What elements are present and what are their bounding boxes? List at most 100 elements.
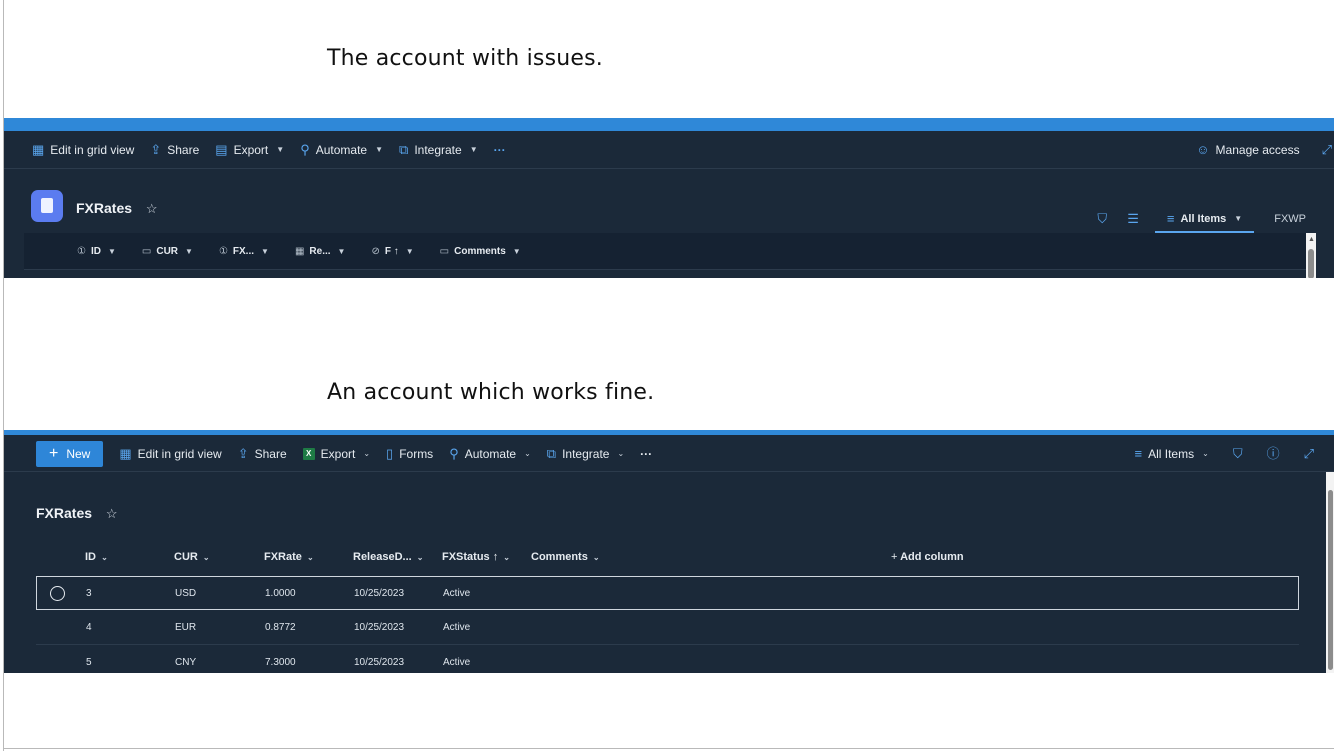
column-id-label: ID <box>90 246 101 257</box>
list-title-text: FXRates <box>36 505 93 521</box>
add-column-label: Add column <box>900 551 964 563</box>
more-button[interactable]: ··· <box>640 447 652 461</box>
column-cur-label: CUR <box>156 246 179 257</box>
view-lines-icon: ≡ <box>1134 446 1143 461</box>
share-button[interactable]: ⇪ Share <box>238 447 287 461</box>
suite-bar <box>4 118 1334 131</box>
add-column-button[interactable]: + Add column <box>891 551 964 563</box>
row-select-radio[interactable] <box>50 586 65 601</box>
chevron-down-icon: ⌄ <box>306 553 314 562</box>
automate-button[interactable]: ⚲ Automate ⌄ <box>449 447 531 461</box>
edit-grid-label: Edit in grid view <box>137 446 222 461</box>
all-items-view-button[interactable]: ≡ All Items ⌄ <box>1135 447 1209 461</box>
chevron-down-icon: ▼ <box>261 247 269 256</box>
grid-icon: ▦ <box>32 142 45 157</box>
scrollbar-thumb[interactable] <box>1328 490 1333 670</box>
column-header-comments[interactable]: Comments ⌄ <box>531 551 600 563</box>
fxwp-view-tab[interactable]: FXWP <box>1274 213 1306 225</box>
chevron-down-icon: ⌄ <box>524 449 531 458</box>
star-icon[interactable]: ☆ <box>146 201 158 216</box>
manage-access-button[interactable]: Manage access <box>1216 143 1300 157</box>
list-logo-icon <box>31 190 63 222</box>
edit-grid-button[interactable]: ▦ Edit in grid view <box>119 447 221 461</box>
column-header-id[interactable]: ID ⌄ <box>85 551 108 563</box>
list-title: FXRates ☆ <box>76 200 158 217</box>
chevron-down-icon: ⌄ <box>1202 449 1209 458</box>
table-row[interactable]: 3 USD 1.0000 10/25/2023 Active <box>36 576 1299 610</box>
forms-icon: ▯ <box>386 446 394 461</box>
cell-fxrate: 0.8772 <box>265 622 296 633</box>
slide-bottom-border <box>3 748 1334 749</box>
vertical-scrollbar[interactable] <box>1326 472 1334 673</box>
share-button[interactable]: ⇪ Share <box>150 143 199 157</box>
integrate-button[interactable]: ⧉ Integrate ⌄ <box>547 447 624 461</box>
table-row[interactable]: 5 CNY 7.3000 10/25/2023 Active <box>36 646 1299 673</box>
edit-grid-button[interactable]: ▦ Edit in grid view <box>32 143 134 157</box>
filter-icon[interactable]: ⛉ <box>1097 212 1107 225</box>
column-header-fxrate[interactable]: FXRate ⌄ <box>264 551 314 563</box>
scroll-up-icon[interactable]: ▲ <box>1308 236 1315 243</box>
cell-cur: CNY <box>175 657 197 668</box>
column-header-comments[interactable]: ▭ Comments ▼ <box>440 246 521 257</box>
more-button[interactable]: ··· <box>494 143 506 157</box>
column-comments-label: Comments <box>531 551 588 563</box>
plus-icon: + <box>49 444 59 462</box>
chevron-down-icon: ▼ <box>375 145 384 154</box>
cell-id: 4 <box>86 622 92 633</box>
scrollbar-thumb[interactable] <box>1308 249 1314 278</box>
edit-grid-label: Edit in grid view <box>50 142 135 157</box>
chevron-down-icon: ▼ <box>405 247 414 256</box>
column-header-fxstatus[interactable]: FXStatus ↑ ⌄ <box>442 551 510 563</box>
chevron-down-icon: ▼ <box>1234 214 1243 223</box>
integrate-icon: ⧉ <box>399 142 409 157</box>
column-comments-label: Comments <box>454 246 506 257</box>
chevron-down-icon: ▼ <box>107 247 116 256</box>
chevron-down-icon: ⌄ <box>101 553 108 562</box>
share-label: Share <box>167 142 200 157</box>
chevron-down-icon: ▼ <box>185 247 193 256</box>
right-commands: ≡ All Items ⌄ ⛉ ⓘ ⤢ <box>1135 435 1315 472</box>
calendar-icon: ▦ <box>294 246 305 257</box>
expand-icon[interactable]: ⤢ <box>1304 447 1314 460</box>
forms-button[interactable]: ▯ Forms <box>386 447 433 461</box>
chevron-down-icon: ▼ <box>337 247 346 256</box>
vertical-scrollbar[interactable]: ▲ <box>1306 233 1316 278</box>
column-header-fx[interactable]: ① FX... ▼ <box>219 246 269 257</box>
chevron-down-icon: ⌄ <box>503 553 510 562</box>
all-items-view-tab[interactable]: ≡ All Items ▼ <box>1154 212 1255 233</box>
export-button[interactable]: X Export ⌄ <box>302 447 370 461</box>
automate-button[interactable]: ⚲ Automate ▼ <box>300 143 383 157</box>
column-header-re[interactable]: ▦ Re... ▼ <box>295 246 346 257</box>
all-items-label: All Items <box>1180 212 1227 225</box>
export-icon: ▤ <box>215 142 228 157</box>
screenshot-account-issues: ▦ Edit in grid view ⇪ Share ▤ Export ▼ ⚲… <box>4 118 1334 278</box>
info-icon[interactable]: ⓘ <box>1267 447 1280 460</box>
cell-cur: USD <box>175 588 197 599</box>
column-id-label: ID <box>85 551 96 563</box>
column-header-id[interactable]: ① ID ▼ <box>77 246 116 257</box>
expand-icon[interactable]: ⤢ <box>1322 143 1332 156</box>
column-header-f[interactable]: ⊘ F ↑ ▼ <box>371 246 413 257</box>
group-list-icon[interactable]: ☰ <box>1127 212 1139 225</box>
filter-icon[interactable]: ⛉ <box>1233 447 1243 460</box>
screenshot-account-works: + New ▦ Edit in grid view ⇪ Share X Expo… <box>4 430 1334 673</box>
export-button[interactable]: ▤ Export ▼ <box>215 143 284 157</box>
new-label: New <box>66 446 91 461</box>
column-fxstatus-label: FXStatus ↑ <box>442 551 499 563</box>
table-row[interactable]: 4 EUR 0.8772 10/25/2023 Active <box>36 611 1299 645</box>
divider <box>24 269 1314 270</box>
column-header-release[interactable]: ReleaseD... ⌄ <box>353 551 423 563</box>
caption-fine: An account which works fine. <box>327 380 655 405</box>
share-icon: ⇪ <box>237 446 249 461</box>
new-button[interactable]: + New <box>36 440 104 467</box>
list-title: FXRates ☆ <box>36 505 118 522</box>
integrate-button[interactable]: ⧉ Integrate ▼ <box>399 143 478 157</box>
plus-icon: + <box>891 551 898 563</box>
column-fx-label: FX... <box>232 246 255 257</box>
chevron-down-icon: ⌄ <box>416 553 424 562</box>
chevron-down-icon: ⌄ <box>592 553 600 562</box>
star-icon[interactable]: ☆ <box>106 506 118 521</box>
column-header-cur[interactable]: CUR ⌄ <box>174 551 210 563</box>
command-bar: + New ▦ Edit in grid view ⇪ Share X Expo… <box>4 435 1334 472</box>
column-header-cur[interactable]: ▭ CUR ▼ <box>142 246 193 257</box>
